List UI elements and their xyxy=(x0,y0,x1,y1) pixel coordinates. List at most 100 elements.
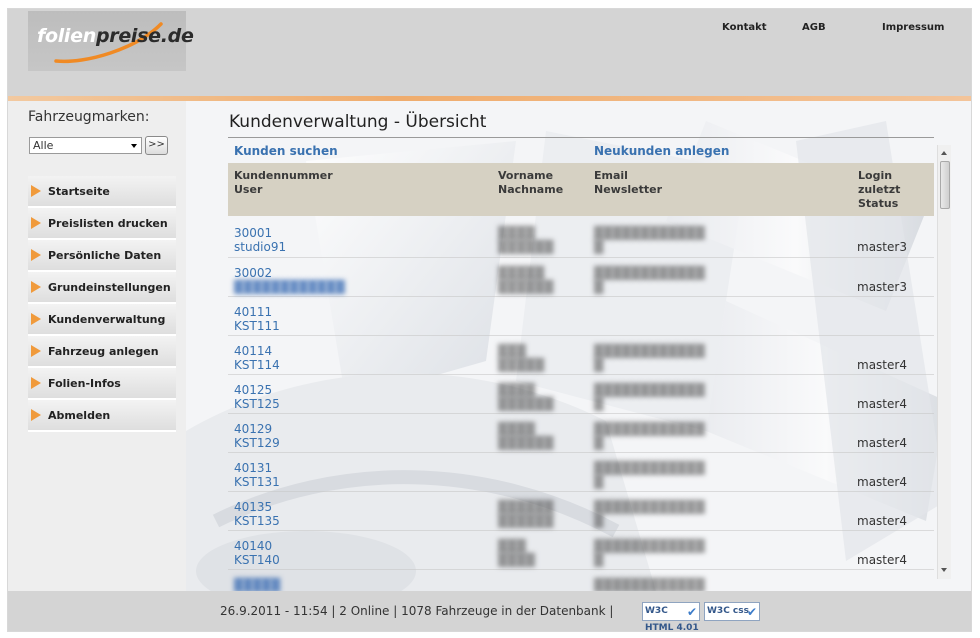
sidebar-item-persoenliche-daten[interactable]: Persönliche Daten xyxy=(28,240,176,272)
sidebar-nav: Startseite Preislisten drucken Persönlic… xyxy=(28,176,176,432)
redacted-email: ████████████ █ xyxy=(594,461,705,489)
w3c-html-badge[interactable]: W3C HTML 4.01 ✔ xyxy=(642,602,700,631)
user-link[interactable]: KST129 xyxy=(234,436,280,450)
redacted-email: ████████████ █ xyxy=(594,344,705,372)
col-name-header: Vorname Nachname xyxy=(498,169,563,197)
status-text: master4 xyxy=(857,436,907,450)
kunden-suchen-link[interactable]: Kunden suchen xyxy=(234,144,338,158)
redacted-email: ████████████ █ xyxy=(594,226,705,254)
nav-impressum-link[interactable]: Impressum xyxy=(882,22,944,33)
kundennummer-link[interactable]: 40114 xyxy=(234,344,272,358)
sidebar-item-label: Fahrzeug anlegen xyxy=(48,345,159,358)
kundennummer-link[interactable]: 40135 xyxy=(234,500,272,514)
scroll-up-icon[interactable] xyxy=(941,151,947,155)
main-content: Kundenverwaltung - Übersicht Kunden such… xyxy=(186,101,971,591)
user-link[interactable]: studio91 xyxy=(234,240,286,254)
title-divider xyxy=(228,137,934,138)
sidebar-item-label: Persönliche Daten xyxy=(48,249,162,262)
kundennummer-link[interactable]: 30001 xyxy=(234,226,272,240)
checkmark-icon: ✔ xyxy=(746,605,757,619)
w3c-css-badge[interactable]: W3C css ✔ xyxy=(704,602,760,621)
status-text: master4 xyxy=(857,553,907,567)
redacted-name: ████ ██████ xyxy=(498,226,554,254)
table-row: 40125 KST125 ████ ██████ ████████████ █ ma… xyxy=(228,375,934,414)
header-text: Status xyxy=(858,197,899,210)
redacted-email: ████████████ xyxy=(594,578,705,591)
table-row: 40111 KST111 xyxy=(228,297,934,336)
kundennummer-link[interactable]: 40140 xyxy=(234,539,272,553)
site-footer: 26.9.2011 - 11:54 | 2 Online | 1078 Fahr… xyxy=(8,591,971,631)
redacted-name: ███ ████ xyxy=(498,539,535,567)
table-row: 30002 ████████████ █████ ██████ █████████… xyxy=(228,258,934,297)
scrollbar-thumb[interactable] xyxy=(940,161,950,209)
redacted-email: ████████████ █ xyxy=(594,266,705,294)
table-row: 40135 KST135 ██████ ██████ ████████████ █ … xyxy=(228,492,934,531)
sidebar-item-abmelden[interactable]: Abmelden xyxy=(28,400,176,432)
arrow-right-icon xyxy=(31,313,41,325)
header-text: Email xyxy=(594,169,628,182)
kundennummer-link[interactable]: 40125 xyxy=(234,383,272,397)
redacted-email: ████████████ █ xyxy=(594,383,705,411)
user-link[interactable]: KST125 xyxy=(234,397,280,411)
col-email-header: Email Newsletter xyxy=(594,169,662,197)
user-link[interactable]: KST140 xyxy=(234,553,280,567)
sidebar-item-label: Grundeinstellungen xyxy=(48,281,171,294)
site-header: folienpreise.de Kontakt AGB Impressum xyxy=(8,9,971,96)
sidebar-item-preislisten[interactable]: Preislisten drucken xyxy=(28,208,176,240)
header-text: Vorname xyxy=(498,169,554,182)
marken-go-button[interactable]: >> xyxy=(145,136,168,155)
nav-agb-link[interactable]: AGB xyxy=(802,22,826,33)
fahrzeugmarken-label: Fahrzeugmarken: xyxy=(28,109,150,125)
redacted-name: ███ █████ xyxy=(498,344,545,372)
arrow-right-icon xyxy=(31,185,41,197)
status-text: master4 xyxy=(857,397,907,411)
redacted-name: █████ ██████ xyxy=(498,266,554,294)
redacted-name: ████ ██████ xyxy=(498,422,554,450)
user-link[interactable]: KST111 xyxy=(234,319,280,333)
sidebar-item-startseite[interactable]: Startseite xyxy=(28,176,176,208)
chevron-down-icon xyxy=(131,144,137,148)
table-scrollbar[interactable] xyxy=(937,145,951,579)
status-text: master3 xyxy=(857,240,907,254)
sidebar-item-label: Kundenverwaltung xyxy=(48,313,166,326)
redacted-user[interactable]: ████████████ xyxy=(234,280,345,294)
kundennummer-link[interactable]: 40111 xyxy=(234,305,272,319)
w3c-css-badge-text: W3C css xyxy=(707,606,749,616)
user-link[interactable]: KST131 xyxy=(234,475,280,489)
sidebar-item-fahrzeug-anlegen[interactable]: Fahrzeug anlegen xyxy=(28,336,176,368)
user-link[interactable]: KST114 xyxy=(234,358,280,372)
kundennummer-link[interactable]: 40131 xyxy=(234,461,272,475)
table-row: 40129 KST129 ████ ██████ ████████████ █ ma… xyxy=(228,414,934,453)
col-kundennummer-header: Kundennummer User xyxy=(234,169,333,197)
redacted-kundennummer[interactable]: █████ xyxy=(234,578,280,591)
sidebar-item-folien-infos[interactable]: Folien-Infos xyxy=(28,368,176,400)
logo-text: folienpreise.de xyxy=(37,25,194,47)
neukunden-anlegen-link[interactable]: Neukunden anlegen xyxy=(594,144,729,158)
logo-text-part2: preise.de xyxy=(95,25,194,47)
redacted-name: ██████ ██████ xyxy=(498,500,554,528)
site-logo[interactable]: folienpreise.de xyxy=(28,11,194,71)
fahrzeugmarken-select[interactable]: Alle xyxy=(29,137,142,154)
sidebar: Fahrzeugmarken: Alle >> Startseite Preis… xyxy=(8,101,186,591)
sidebar-item-kundenverwaltung[interactable]: Kundenverwaltung xyxy=(28,304,176,336)
status-text: master3 xyxy=(857,280,907,294)
header-text: Nachname xyxy=(498,183,564,196)
sidebar-item-grundeinstellungen[interactable]: Grundeinstellungen xyxy=(28,272,176,304)
col-login-header: Login zuletzt Status xyxy=(858,169,900,211)
browser-viewport: folienpreise.de Kontakt AGB Impressum Fa… xyxy=(7,8,972,632)
checkmark-icon: ✔ xyxy=(686,605,697,619)
redacted-email: ████████████ █ xyxy=(594,422,705,450)
nav-kontakt-link[interactable]: Kontakt xyxy=(722,22,767,33)
header-text: Login xyxy=(858,169,893,182)
header-text: Newsletter xyxy=(594,183,663,196)
scroll-down-icon[interactable] xyxy=(941,568,947,572)
sidebar-item-label: Abmelden xyxy=(48,409,111,422)
user-link[interactable]: KST135 xyxy=(234,514,280,528)
header-text: User xyxy=(234,183,263,196)
kundennummer-link[interactable]: 40129 xyxy=(234,422,272,436)
kundennummer-link[interactable]: 30002 xyxy=(234,266,272,280)
table-row: 40131 KST131 ████████████ █ master4 xyxy=(228,453,934,492)
table-header: Kundennummer User Vorname Nachname Email… xyxy=(228,163,934,216)
redacted-name: ████ ██████ xyxy=(498,383,554,411)
redacted-email: ████████████ █ xyxy=(594,500,705,528)
